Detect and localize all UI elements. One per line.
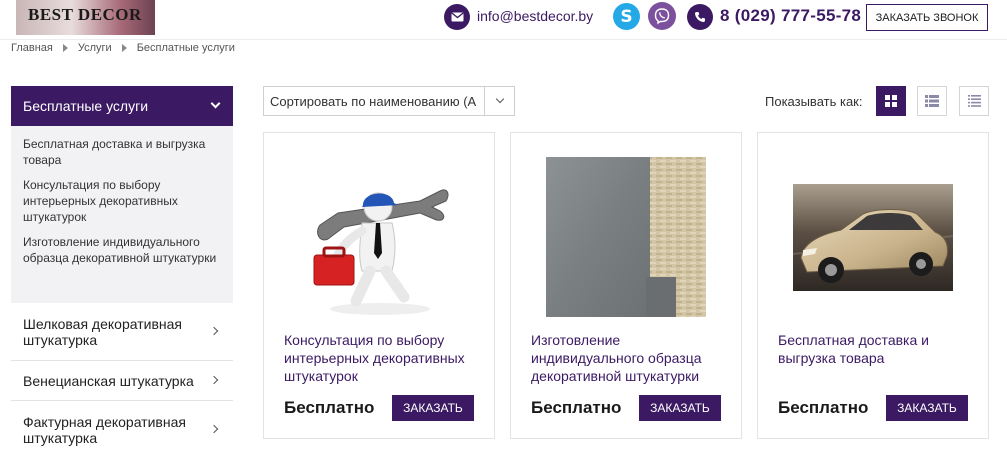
product-price: Бесплатно (531, 398, 622, 417)
viber-icon[interactable] (648, 2, 676, 30)
breadcrumb-separator-icon (121, 44, 127, 52)
product-image-plaster-sample[interactable] (546, 157, 706, 317)
callback-button[interactable]: ЗАКАЗАТЬ ЗВОНОК (866, 4, 988, 31)
sidebar-active-label: Бесплатные услуги (23, 98, 149, 114)
product-image-worker-with-wrench[interactable] (300, 161, 460, 321)
product-price: Бесплатно (778, 398, 869, 417)
grid-icon (885, 95, 897, 107)
chevron-down-icon[interactable] (484, 87, 514, 115)
submenu-item[interactable]: Изготовление индивидуального образца дек… (23, 234, 221, 266)
product-title[interactable]: Бесплатная доставка и выгрузка товара (778, 331, 978, 367)
submenu-item[interactable]: Консультация по выбору интерьерных декор… (23, 177, 221, 225)
chevron-right-icon (209, 424, 219, 434)
sidebar-item-label: Венецианская штукатурка (23, 372, 194, 389)
submenu-item[interactable]: Бесплатная доставка и выгрузка товара (23, 136, 221, 168)
sidebar-item-venetian-plaster[interactable]: Венецианская штукатурка (11, 361, 233, 401)
phone-icon (687, 4, 713, 30)
product-card[interactable]: Бесплатная доставка и выгрузка товара Бе… (757, 132, 989, 439)
sort-select-value: Сортировать по наименованию (А (270, 93, 477, 109)
view-list-button[interactable] (917, 86, 947, 116)
sidebar-active-section[interactable]: Бесплатные услуги (11, 86, 233, 126)
breadcrumb-services[interactable]: Услуги (78, 42, 112, 54)
chevron-right-icon (209, 326, 219, 335)
sidebar-item-textured-plaster[interactable]: Фактурная декоративная штукатурка (11, 401, 233, 455)
breadcrumb: Главная Услуги Бесплатные услуги (11, 42, 235, 54)
sidebar-item-silk-plaster[interactable]: Шелковая декоративная штукатурка (11, 303, 233, 361)
sort-select[interactable]: Сортировать по наименованию (А (263, 86, 515, 116)
product-card[interactable]: Изготовление индивидуального образца дек… (510, 132, 742, 439)
email-icon (444, 4, 470, 30)
chevron-down-icon (210, 98, 221, 109)
product-card[interactable]: Консультация по выбору интерьерных декор… (263, 132, 495, 439)
chevron-right-icon (209, 375, 219, 384)
sidebar-submenu: Бесплатная доставка и выгрузка товара Ко… (11, 126, 233, 303)
order-button[interactable]: ЗАКАЗАТЬ (886, 395, 968, 421)
view-table-button[interactable] (959, 86, 989, 116)
breadcrumb-separator-icon (62, 44, 68, 52)
product-title[interactable]: Изготовление индивидуального образца дек… (531, 331, 731, 385)
header-email[interactable]: info@bestdecor.by (477, 8, 593, 24)
table-icon (967, 95, 981, 107)
order-button[interactable]: ЗАКАЗАТЬ (392, 395, 474, 421)
site-logo[interactable]: BEST DECOR (16, 0, 155, 35)
order-button[interactable]: ЗАКАЗАТЬ (639, 395, 721, 421)
category-sidebar: Бесплатные услуги Бесплатная доставка и … (11, 86, 233, 455)
skype-icon[interactable]: S (613, 3, 640, 30)
breadcrumb-current: Бесплатные услуги (136, 42, 235, 54)
header-phone[interactable]: 8 (029) 777-55-78 (720, 6, 861, 26)
sidebar-item-label: Шелковая декоративная штукатурка (23, 315, 182, 348)
logo-text: BEST DECOR (28, 5, 142, 24)
list-icon (925, 95, 939, 107)
breadcrumb-home[interactable]: Главная (11, 42, 53, 54)
site-header: BEST DECOR info@bestdecor.by S 8 (029) 7… (0, 0, 1007, 40)
product-price: Бесплатно (284, 398, 375, 417)
sidebar-item-label: Фактурная декоративная штукатурка (23, 414, 186, 446)
product-title[interactable]: Консультация по выбору интерьерных декор… (284, 331, 484, 385)
view-grid-button[interactable] (876, 86, 906, 116)
view-mode-label: Показывать как: (765, 94, 863, 109)
product-image-car[interactable] (793, 184, 953, 291)
